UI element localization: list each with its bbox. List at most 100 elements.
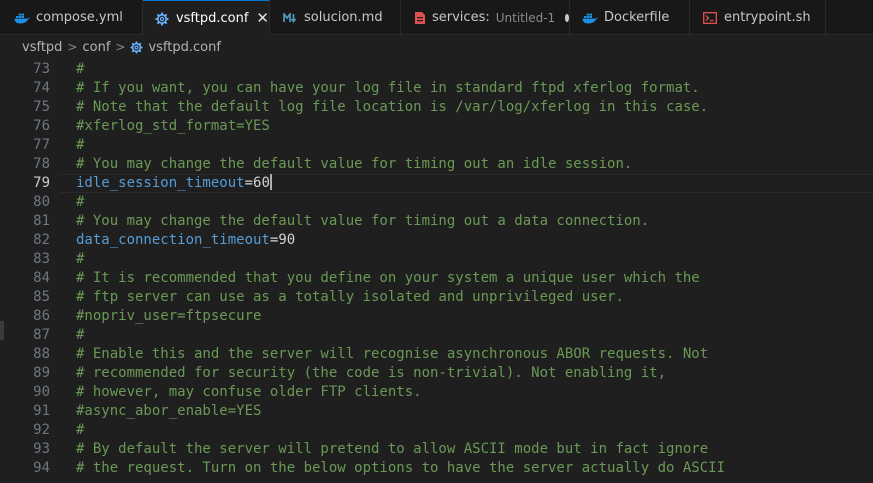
code-text: # [76, 194, 85, 210]
line-number: 86 [33, 308, 50, 324]
unsaved-dot-icon[interactable] [565, 13, 569, 22]
code-text: # You may change the default value for t… [76, 156, 633, 172]
breadcrumb-separator: > [115, 40, 126, 54]
config-value: 60 [253, 175, 270, 191]
code-line[interactable]: 89 # recommended for security (the code i… [0, 364, 873, 383]
code-text: # By default the server will pretend to … [76, 441, 709, 457]
code-text: # recommended for security (the code is … [76, 365, 667, 381]
line-number: 91 [33, 403, 50, 419]
code-line[interactable]: 83 # [0, 250, 873, 269]
breadcrumb: vsftpd > conf > vsftpd.conf [0, 35, 873, 59]
code-line[interactable]: 77 # [0, 136, 873, 155]
code-line[interactable]: 88 # Enable this and the server will reco… [0, 345, 873, 364]
tab-bar: compose.yml vsftpd.conf ✕ solucion.md se… [0, 0, 873, 36]
line-number: 74 [33, 80, 50, 96]
code-text: # If you want, you can have your log fil… [76, 80, 700, 96]
line-number: 81 [33, 213, 50, 229]
code-line[interactable]: 74 # If you want, you can have your log f… [0, 79, 873, 98]
code-line[interactable]: 75 # Note that the default log file locat… [0, 98, 873, 117]
code-text: # It is recommended that you define on y… [76, 270, 700, 286]
tab-compose-yml[interactable]: compose.yml [0, 0, 143, 35]
code-text: #nopriv_user=ftpsecure [76, 308, 262, 324]
tab-vsftpd-conf[interactable]: vsftpd.conf ✕ [143, 0, 270, 36]
tab-label: compose.yml [36, 10, 123, 25]
markdown-icon [282, 10, 298, 26]
code-line[interactable]: 78 # You may change the default value for… [0, 155, 873, 174]
line-number: 77 [33, 137, 50, 153]
code-text: # [76, 422, 85, 438]
code-line[interactable]: 91 #async_abor_enable=YES [0, 402, 873, 421]
line-number: 92 [33, 422, 50, 438]
code-text: #xferlog_std_format=YES [76, 118, 270, 134]
code-line[interactable]: 87 # [0, 326, 873, 345]
code-text: #async_abor_enable=YES [76, 403, 262, 419]
docker-icon [582, 10, 598, 26]
code-text: idle_session_timeout=60 [76, 174, 272, 193]
code-text: # [76, 251, 85, 267]
line-number: 85 [33, 289, 50, 305]
line-number: 84 [33, 270, 50, 286]
line-number: 80 [33, 194, 50, 210]
terminal-icon [702, 10, 718, 26]
code-line[interactable]: 93 # By default the server will pretend t… [0, 440, 873, 459]
breadcrumb-item-vsftpd-conf[interactable]: vsftpd.conf [148, 40, 220, 55]
line-number: 82 [33, 232, 50, 248]
file-icon [414, 10, 426, 26]
line-number: 83 [33, 251, 50, 267]
code-text: # the request. Turn on the below options… [76, 460, 726, 476]
code-line[interactable]: 73 # [0, 60, 873, 79]
code-line[interactable]: 80 # [0, 193, 873, 212]
line-number: 94 [33, 460, 50, 476]
code-line[interactable]: 79 idle_session_timeout=60 [0, 174, 873, 193]
code-text: # however, may confuse older FTP clients… [76, 384, 422, 400]
code-line[interactable]: 90 # however, may confuse older FTP clien… [0, 383, 873, 402]
gear-icon [155, 11, 170, 27]
code-text: # Enable this and the server will recogn… [76, 346, 709, 362]
tab-entrypoint-sh[interactable]: entrypoint.sh [690, 0, 826, 35]
config-value: 90 [278, 232, 296, 248]
line-number: 78 [33, 156, 50, 172]
tab-solucion-md[interactable]: solucion.md [270, 0, 401, 35]
tab-label: entrypoint.sh [724, 10, 811, 25]
code-line[interactable]: 86 #nopriv_user=ftpsecure [0, 307, 873, 326]
code-text: # Note that the default log file locatio… [76, 99, 709, 115]
line-number: 93 [33, 441, 50, 457]
code-text: # [76, 137, 85, 153]
line-number: 79 [33, 175, 50, 191]
docker-icon [14, 10, 30, 26]
code-text: data_connection_timeout=90 [76, 231, 295, 250]
code-editor[interactable]: 73 #74 # If you want, you can have your lo… [0, 59, 873, 483]
code-line[interactable]: 76 #xferlog_std_format=YES [0, 117, 873, 136]
tab-dockerfile[interactable]: Dockerfile [570, 0, 690, 35]
line-number: 88 [33, 346, 50, 362]
tab-description: Untitled-1 [495, 10, 556, 25]
code-line[interactable]: 82 data_connection_timeout=90 [0, 231, 873, 250]
config-key: idle_session_timeout [76, 175, 245, 191]
line-number: 89 [33, 365, 50, 381]
code-line[interactable]: 94 # the request. Turn on the below optio… [0, 459, 873, 478]
code-line[interactable]: 92 # [0, 421, 873, 440]
code-text: # You may change the default value for t… [76, 213, 650, 229]
code-line[interactable]: 81 # You may change the default value for… [0, 212, 873, 231]
line-number: 90 [33, 384, 50, 400]
config-key: data_connection_timeout [76, 232, 270, 248]
breadcrumb-item-conf[interactable]: conf [82, 40, 110, 55]
code-line[interactable]: 85 # ftp server can use as a totally isol… [0, 288, 873, 307]
code-text: # [76, 61, 85, 77]
line-number: 75 [33, 99, 50, 115]
code-text: # [76, 327, 85, 343]
equals-operator: = [244, 175, 254, 191]
code-line[interactable]: 84 # It is recommended that you define on… [0, 269, 873, 288]
line-number: 76 [33, 118, 50, 134]
tab-label: services: [432, 10, 490, 25]
gear-icon [130, 40, 144, 54]
breadcrumb-item-vsftpd[interactable]: vsftpd [22, 40, 62, 55]
tab-label: Dockerfile [604, 10, 670, 25]
code-text: # ftp server can use as a totally isolat… [76, 289, 624, 305]
tab-label: solucion.md [304, 10, 383, 25]
line-number: 87 [33, 327, 50, 343]
tab-untitled-1[interactable]: services: Untitled-1 [401, 0, 570, 35]
text-cursor [269, 174, 272, 190]
line-number: 73 [33, 61, 50, 77]
close-icon[interactable]: ✕ [256, 11, 269, 26]
